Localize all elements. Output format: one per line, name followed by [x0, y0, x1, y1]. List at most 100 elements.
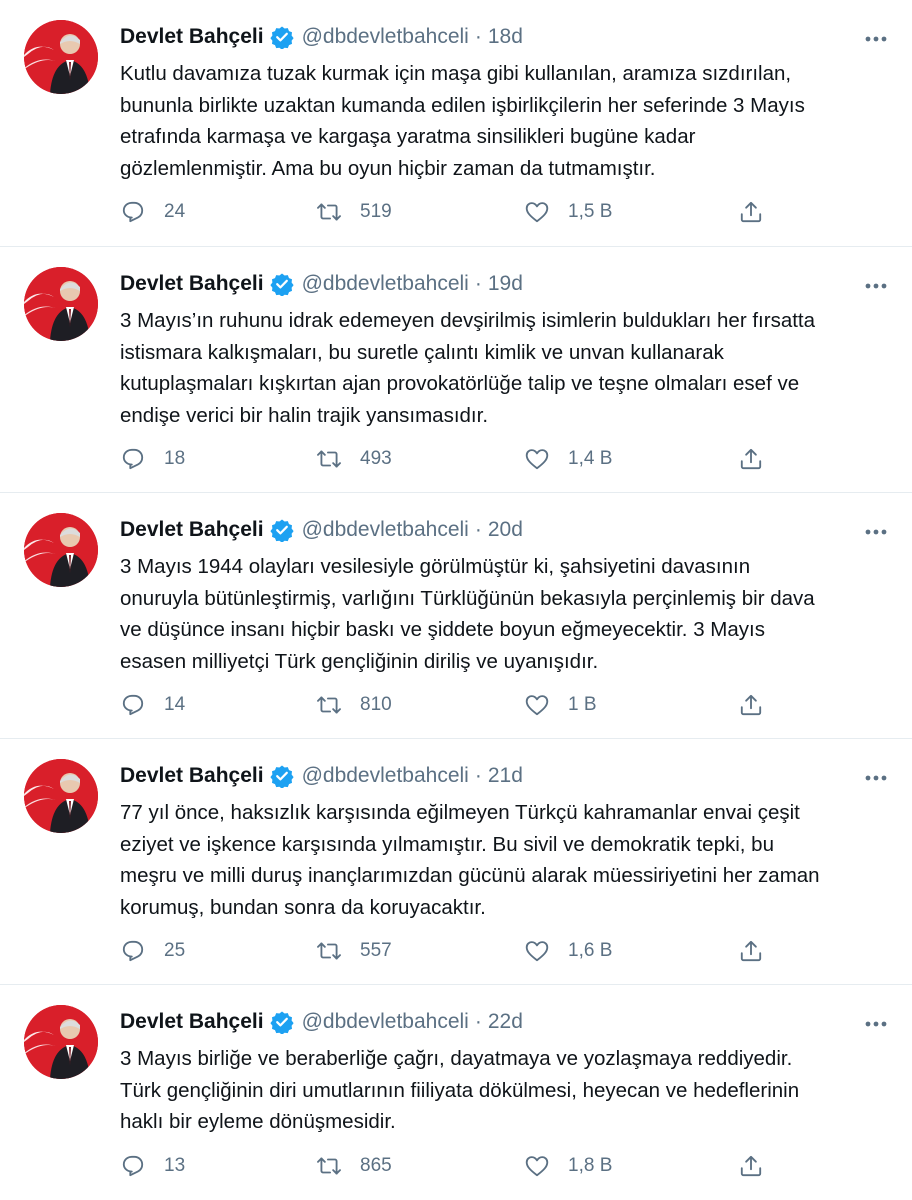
more-options-icon[interactable]	[864, 30, 888, 42]
tweet-actions: 25 557 1,6 B	[120, 935, 888, 967]
tweet-text-line: Türk gençliğinin diri umutlarının fiiliy…	[120, 1078, 800, 1102]
timestamp[interactable]: 21d	[488, 764, 523, 788]
retweet-button[interactable]: 810	[316, 692, 392, 718]
separator-dot: ·	[474, 25, 482, 48]
more-options-icon[interactable]	[864, 523, 888, 535]
tweet-text-line: eziyet ve işkence karşısında yılmamıştır…	[120, 832, 774, 856]
reply-button[interactable]: 18	[120, 446, 185, 472]
retweet-icon	[317, 696, 341, 714]
author-name[interactable]: Devlet Bahçeli	[120, 25, 264, 49]
tweet-text-line: 77 yıl önce, haksızlık karşısında eğilme…	[120, 801, 800, 824]
like-button[interactable]: 1 B	[524, 692, 597, 718]
retweet-button[interactable]: 865	[316, 1153, 392, 1179]
avatar[interactable]	[24, 513, 98, 587]
verified-badge-icon	[269, 518, 294, 543]
tweet-text: 77 yıl önce, haksızlık karşısında eğilme…	[120, 797, 890, 923]
reply-count: 14	[164, 694, 186, 715]
reply-icon	[122, 201, 144, 223]
share-button[interactable]	[738, 446, 764, 472]
like-button[interactable]: 1,8 B	[524, 1153, 612, 1179]
tweet-text-line: endişe verici bir halin trajik yansıması…	[120, 403, 489, 427]
author-name[interactable]: Devlet Bahçeli	[120, 1010, 264, 1034]
author-name[interactable]: Devlet Bahçeli	[120, 764, 264, 788]
tweet-text-line: ve düşünce insanı hiçbir baskı ve şiddet…	[120, 618, 765, 641]
timestamp[interactable]: 19d	[488, 272, 523, 296]
retweet-icon	[317, 203, 341, 221]
timestamp[interactable]: 20d	[488, 518, 523, 542]
heart-icon	[525, 1156, 549, 1177]
share-button[interactable]	[738, 199, 764, 225]
tweet-text: 3 Mayıs’ın ruhunu idrak edemeyen devşiri…	[120, 305, 890, 431]
reply-button[interactable]: 13	[120, 1153, 185, 1179]
retweet-icon	[317, 942, 341, 960]
tweet-header: Devlet Bahçeli @dbdevletbahceli · 22d	[120, 1003, 888, 1041]
retweet-count: 865	[360, 1155, 392, 1176]
avatar[interactable]	[24, 1005, 98, 1079]
retweet-button[interactable]: 557	[316, 938, 392, 964]
tweet[interactable]: Devlet Bahçeli @dbdevletbahceli · 20d 3 …	[0, 493, 912, 739]
author-handle[interactable]: @dbdevletbahceli	[302, 25, 469, 49]
reply-button[interactable]: 25	[120, 938, 185, 964]
author-handle[interactable]: @dbdevletbahceli	[302, 764, 469, 788]
tweet[interactable]: Devlet Bahçeli @dbdevletbahceli · 19d 3 …	[0, 247, 912, 493]
verified-badge-icon	[269, 25, 294, 50]
tweet-actions: 24 519 1,5 B	[120, 196, 888, 228]
tweet[interactable]: Devlet Bahçeli @dbdevletbahceli · 18d Ku…	[0, 0, 912, 247]
reply-icon	[122, 940, 144, 962]
more-options-icon[interactable]	[864, 277, 888, 289]
heart-icon	[525, 202, 549, 223]
tweet[interactable]: Devlet Bahçeli @dbdevletbahceli · 22d 3 …	[0, 985, 912, 1200]
timestamp[interactable]: 22d	[488, 1010, 523, 1034]
verified-badge-icon	[269, 272, 294, 297]
share-button[interactable]	[738, 1153, 764, 1179]
like-button[interactable]: 1,4 B	[524, 446, 612, 472]
share-button[interactable]	[738, 938, 764, 964]
more-options-icon[interactable]	[864, 1015, 888, 1027]
tweet-text-line: korumuş, bundan sonra da koruyacaktır.	[120, 895, 486, 919]
like-button[interactable]: 1,5 B	[524, 199, 612, 225]
author-handle[interactable]: @dbdevletbahceli	[302, 518, 469, 542]
more-options-icon[interactable]	[864, 769, 888, 781]
retweet-button[interactable]: 493	[316, 446, 392, 472]
tweet-text-line: meşru ve milli duruş inançlarımızdan güc…	[120, 864, 820, 887]
tweet-actions: 18 493 1,4 B	[120, 443, 888, 475]
avatar[interactable]	[24, 20, 98, 94]
reply-icon	[122, 448, 144, 470]
retweet-count: 810	[360, 694, 392, 715]
avatar[interactable]	[24, 759, 98, 833]
tweet-text-line: istismara kalkışmaları, bu suretle çalın…	[120, 340, 724, 364]
separator-dot: ·	[474, 272, 482, 295]
share-button[interactable]	[738, 692, 764, 718]
reply-icon	[122, 694, 144, 716]
reply-count: 13	[164, 1155, 186, 1176]
tweet-text: 3 Mayıs birliğe ve beraberliğe çağrı, da…	[120, 1043, 890, 1138]
tweet-actions: 13 865 1,8 B	[120, 1150, 888, 1182]
like-count: 1,6 B	[568, 940, 613, 961]
share-icon	[740, 448, 762, 470]
share-icon	[740, 201, 762, 223]
retweet-button[interactable]: 519	[316, 199, 392, 225]
separator-dot: ·	[474, 518, 482, 541]
retweet-count: 557	[360, 940, 392, 961]
tweet[interactable]: Devlet Bahçeli @dbdevletbahceli · 21d 77…	[0, 739, 912, 985]
reply-count: 24	[164, 201, 186, 222]
heart-icon	[525, 941, 549, 962]
author-handle[interactable]: @dbdevletbahceli	[302, 272, 469, 296]
author-name[interactable]: Devlet Bahçeli	[120, 518, 264, 542]
timestamp[interactable]: 18d	[488, 25, 523, 49]
author-name[interactable]: Devlet Bahçeli	[120, 272, 264, 296]
reply-button[interactable]: 14	[120, 692, 185, 718]
reply-count: 18	[164, 448, 186, 469]
author-handle[interactable]: @dbdevletbahceli	[302, 1010, 469, 1034]
like-button[interactable]: 1,6 B	[524, 938, 612, 964]
separator-dot: ·	[474, 1010, 482, 1033]
tweet-text-line: bununla birlikte uzaktan kumanda edilen …	[120, 93, 805, 117]
tweet-text-line: etrafında karmaşa ve kargaşa yaratma sin…	[120, 125, 696, 148]
retweet-count: 493	[360, 448, 392, 469]
reply-button[interactable]: 24	[120, 199, 185, 225]
like-count: 1,8 B	[568, 1155, 613, 1176]
avatar[interactable]	[24, 267, 98, 341]
share-icon	[740, 694, 762, 716]
tweet-header: Devlet Bahçeli @dbdevletbahceli · 21d	[120, 757, 888, 795]
share-icon	[740, 940, 762, 962]
